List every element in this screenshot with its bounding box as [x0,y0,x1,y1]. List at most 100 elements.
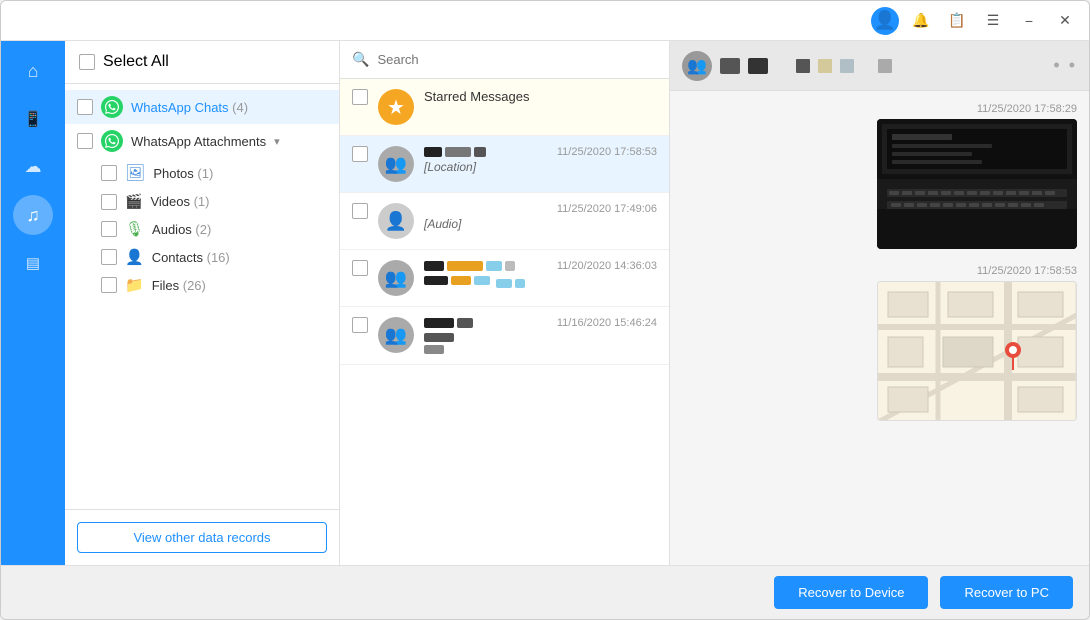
right-header-block3 [796,59,810,73]
user-avatar-icon[interactable]: 👤 [871,7,899,35]
files-icon: 📁 [125,276,144,294]
main-body: ⌂ 📱 ☁ ♫ ▤ Select All [1,41,1089,565]
right-header-dots: • • [1053,55,1077,76]
title-bar-icons: 👤 🔔 📋 ☰ − ✕ [871,7,1079,35]
list-item-msg4[interactable]: 👥 11/16/2020 15:46:24 [340,307,669,365]
whatsapp-attachments-icon [101,130,123,152]
whatsapp-attachments-checkbox[interactable] [77,133,93,149]
msg4-name [424,318,473,328]
msg1-name-row: 11/25/2020 17:58:53 [424,146,657,158]
msg1-name [424,147,486,157]
audios-icon: 🎙 [125,220,144,238]
home-icon: ⌂ [28,61,39,82]
tree-item-whatsapp-chats[interactable]: WhatsApp Chats (4) [65,90,339,124]
left-panel-header: Select All [65,41,339,84]
audios-checkbox[interactable] [101,221,117,237]
right-header-block4 [818,59,832,73]
msg3-preview [424,276,657,290]
videos-label: Videos (1) [150,194,209,209]
msg4-preview [424,333,657,354]
map-timestamp: 11/25/2020 17:58:53 [977,265,1077,277]
tree-item-photos[interactable]: 🖼 Photos (1) [65,158,339,188]
contacts-icon: 👤 [125,248,144,266]
select-all-checkbox[interactable] [79,54,95,70]
msg3-time: 11/20/2020 14:36:03 [557,260,657,272]
msg2-avatar: 👤 [378,203,414,239]
view-other-records-button[interactable]: View other data records [77,522,327,553]
files-checkbox[interactable] [101,277,117,293]
recover-device-button[interactable]: Recover to Device [774,576,928,609]
minimize-button[interactable]: − [1015,7,1043,35]
contacts-checkbox[interactable] [101,249,117,265]
list-item-msg2[interactable]: 👤 11/25/2020 17:49:06 [Audio] [340,193,669,250]
photos-icon: 🖼 [125,163,145,183]
right-header-group-icon: 👥 [682,51,712,81]
list-item-msg3[interactable]: 👥 11/20/2020 14:36:03 [340,250,669,307]
whatsapp-chats-icon [101,96,123,118]
files-label: Files (26) [152,278,206,293]
starred-name: Starred Messages [424,89,530,104]
msg4-name-row: 11/16/2020 15:46:24 [424,317,657,329]
sidebar-item-folder[interactable]: ▤ [13,243,53,283]
list-item-starred[interactable]: ★ Starred Messages [340,79,669,136]
bell-icon[interactable]: 🔔 [907,7,935,35]
attachments-chevron-icon: ▾ [274,135,280,148]
sidebar-item-music[interactable]: ♫ [13,195,53,235]
clipboard-icon[interactable]: 📋 [943,7,971,35]
msg2-preview: [Audio] [424,217,657,231]
whatsapp-chats-checkbox[interactable] [77,99,93,115]
right-content: 11/25/2020 17:58:29 [670,91,1089,565]
videos-icon: 🎬 [125,193,142,210]
msg2-content: 11/25/2020 17:49:06 [Audio] [424,203,657,231]
recover-pc-button[interactable]: Recover to PC [940,576,1073,609]
list-item-msg1[interactable]: 👥 11/25/2020 17:58:53 [Location] [340,136,669,193]
starred-checkbox[interactable] [352,89,368,105]
right-header-block2 [748,58,768,74]
msg1-avatar: 👥 [378,146,414,182]
contacts-label: Contacts (16) [152,250,230,265]
search-icon: 🔍 [352,51,369,68]
sidebar-item-cloud[interactable]: ☁ [13,147,53,187]
audios-label: Audios (2) [152,222,211,237]
sidebar-item-phone[interactable]: 📱 [13,99,53,139]
whatsapp-chats-label: WhatsApp Chats (4) [131,100,248,115]
close-button[interactable]: ✕ [1051,7,1079,35]
map-image [877,281,1077,421]
middle-panel: 🔍 ★ Starred Messages 👥 [340,41,670,565]
title-bar: 👤 🔔 📋 ☰ − ✕ [1,1,1089,41]
photos-checkbox[interactable] [101,165,117,181]
photos-label: Photos (1) [153,166,213,181]
starred-content: Starred Messages [424,89,657,104]
starred-name-row: Starred Messages [424,89,657,104]
tree-item-videos[interactable]: 🎬 Videos (1) [65,188,339,215]
msg3-checkbox[interactable] [352,260,368,276]
select-all-label: Select All [103,53,169,71]
left-panel-footer: View other data records [65,509,339,565]
msg4-content: 11/16/2020 15:46:24 [424,317,657,354]
videos-checkbox[interactable] [101,194,117,210]
sidebar-item-home[interactable]: ⌂ [13,51,53,91]
msg1-preview: [Location] [424,160,657,174]
msg3-name-row: 11/20/2020 14:36:03 [424,260,657,272]
search-input[interactable] [377,52,657,67]
tree-item-audios[interactable]: 🎙 Audios (2) [65,215,339,243]
tree-item-files[interactable]: 📁 Files (26) [65,271,339,299]
bottom-bar: Recover to Device Recover to PC [1,565,1089,619]
tree-item-whatsapp-attachments[interactable]: WhatsApp Attachments ▾ [65,124,339,158]
tree-list: WhatsApp Chats (4) WhatsApp Attachments … [65,84,339,509]
left-panel: Select All WhatsApp Chats (4) [65,41,340,565]
msg1-content: 11/25/2020 17:58:53 [Location] [424,146,657,174]
msg1-checkbox[interactable] [352,146,368,162]
image-timestamp: 11/25/2020 17:58:29 [977,103,1077,115]
right-panel: 👥 • • 11/25/2020 17:58:29 [670,41,1089,565]
tree-item-contacts[interactable]: 👤 Contacts (16) [65,243,339,271]
msg3-content: 11/20/2020 14:36:03 [424,260,657,290]
menu-icon[interactable]: ☰ [979,7,1007,35]
msg4-checkbox[interactable] [352,317,368,333]
chat-list: ★ Starred Messages 👥 [340,79,669,565]
starred-avatar: ★ [378,89,414,125]
phone-icon: 📱 [24,110,43,128]
msg3-avatar: 👥 [378,260,414,296]
right-header-block5 [840,59,854,73]
msg2-checkbox[interactable] [352,203,368,219]
